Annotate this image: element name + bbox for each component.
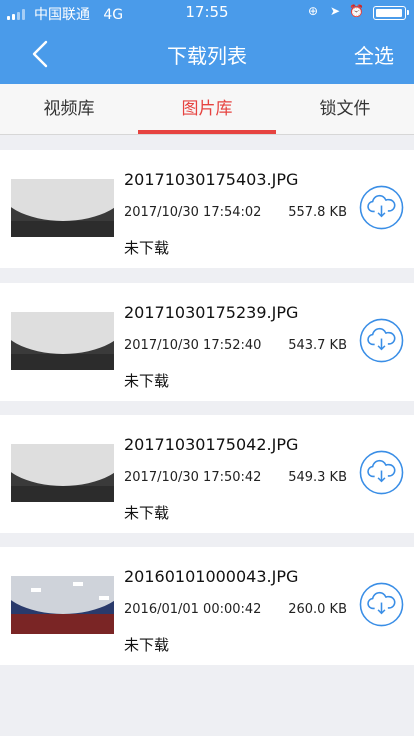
select-all-button[interactable]: 全选 — [354, 40, 394, 69]
tab-images[interactable]: 图片库 — [138, 84, 276, 134]
tab-bar: 视频库 图片库 锁文件 — [0, 84, 414, 135]
file-row[interactable]: 20171030175042.JPG 2017/10/30 17:50:42 5… — [0, 415, 414, 533]
file-name: 20160101000043.JPG — [124, 567, 299, 586]
file-size: 557.8 KB — [288, 205, 347, 220]
file-date: 2017/10/30 17:54:02 — [124, 205, 262, 220]
file-thumbnail — [11, 576, 114, 634]
alarm-icon: ⏰ — [349, 4, 364, 18]
file-row[interactable]: 20171030175239.JPG 2017/10/30 17:52:40 5… — [0, 283, 414, 401]
cloud-download-icon[interactable] — [359, 450, 404, 495]
file-size: 260.0 KB — [288, 602, 347, 617]
battery-icon — [373, 6, 409, 20]
status-icons: ⊕ ➤ ⏰ — [308, 4, 368, 20]
location-icon: ➤ — [330, 4, 341, 18]
file-name: 20171030175239.JPG — [124, 303, 299, 322]
header-bar: 中国联通 4G 17:55 ⊕ ➤ ⏰ 下载列表 全选 — [0, 0, 414, 84]
download-status: 未下载 — [124, 372, 170, 390]
file-name: 20171030175042.JPG — [124, 435, 299, 454]
download-status: 未下载 — [124, 636, 170, 654]
tab-videos[interactable]: 视频库 — [0, 84, 138, 134]
tab-locked-files[interactable]: 锁文件 — [276, 84, 414, 134]
file-size: 549.3 KB — [288, 470, 347, 485]
file-row[interactable]: 20171030175403.JPG 2017/10/30 17:54:02 5… — [0, 150, 414, 268]
file-date: 2017/10/30 17:52:40 — [124, 338, 262, 353]
cloud-download-icon[interactable] — [359, 318, 404, 363]
file-name: 20171030175403.JPG — [124, 170, 299, 189]
download-status: 未下载 — [124, 239, 170, 257]
file-size: 543.7 KB — [288, 338, 347, 353]
file-thumbnail — [11, 312, 114, 370]
cloud-download-icon[interactable] — [359, 185, 404, 230]
file-row[interactable]: 20160101000043.JPG 2016/01/01 00:00:42 2… — [0, 547, 414, 665]
orientation-lock-icon: ⊕ — [308, 4, 319, 18]
file-thumbnail — [11, 179, 114, 237]
download-status: 未下载 — [124, 504, 170, 522]
active-tab-indicator — [138, 130, 276, 134]
status-bar: 中国联通 4G 17:55 ⊕ ➤ ⏰ — [0, 0, 414, 26]
file-thumbnail — [11, 444, 114, 502]
file-date: 2016/01/01 00:00:42 — [124, 602, 262, 617]
page-title: 下载列表 — [167, 44, 247, 68]
file-date: 2017/10/30 17:50:42 — [124, 470, 262, 485]
cloud-download-icon[interactable] — [359, 582, 404, 627]
